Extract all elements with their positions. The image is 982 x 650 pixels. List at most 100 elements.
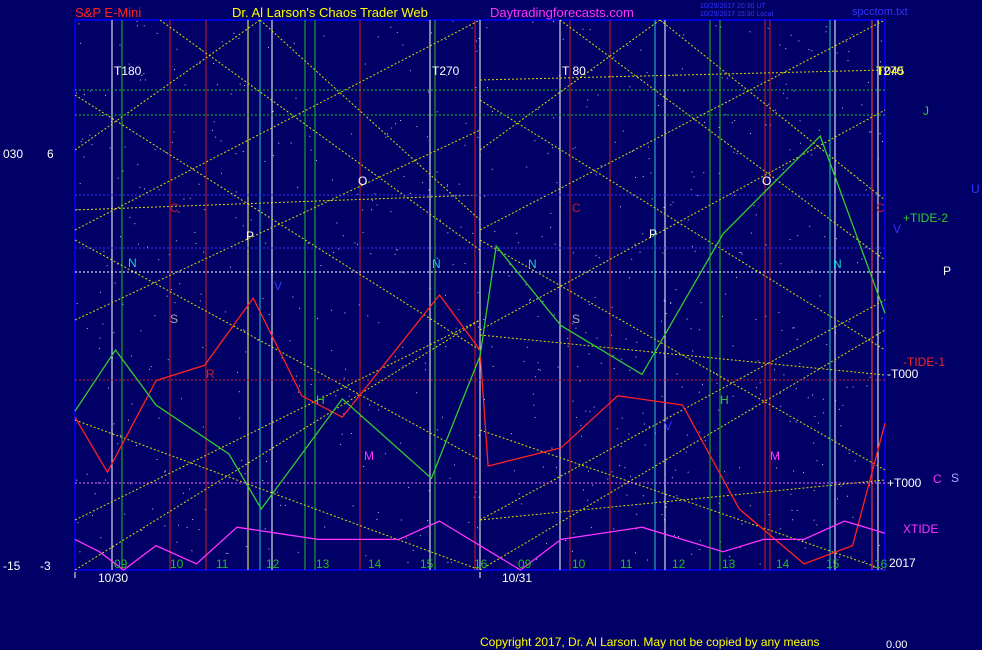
hour-tick-label: 14 (776, 557, 790, 571)
star (847, 495, 849, 497)
star (484, 195, 486, 197)
star (529, 298, 531, 300)
diagonal-line (479, 429, 886, 571)
star (715, 25, 717, 27)
star (295, 97, 297, 99)
diagonal-line (479, 99, 886, 351)
star (472, 232, 474, 234)
star (156, 32, 158, 34)
star (106, 265, 108, 267)
star (475, 491, 477, 493)
star (407, 561, 409, 563)
star (99, 337, 101, 339)
star (86, 473, 88, 475)
star (741, 523, 743, 525)
star (814, 415, 816, 417)
star (587, 499, 589, 501)
star (128, 419, 130, 421)
star (751, 409, 753, 411)
star (195, 242, 197, 244)
star (137, 243, 139, 245)
star (808, 49, 810, 51)
star (550, 212, 552, 214)
star (184, 84, 186, 86)
star (370, 253, 372, 255)
star (840, 485, 842, 487)
hour-tick-label: 10 (572, 557, 586, 571)
star (539, 369, 541, 371)
star (534, 376, 536, 378)
star (845, 41, 847, 43)
star (297, 391, 299, 393)
star (424, 362, 426, 364)
star (789, 420, 791, 422)
star (174, 302, 176, 304)
star (701, 383, 703, 385)
star (583, 489, 585, 491)
diagonal-line (479, 329, 886, 571)
star (532, 21, 534, 23)
star (803, 472, 805, 474)
star (510, 433, 512, 435)
star (881, 141, 883, 143)
star (164, 471, 166, 473)
star (242, 150, 244, 152)
star (851, 33, 853, 35)
star (158, 189, 160, 191)
star (464, 262, 466, 264)
star (284, 504, 286, 506)
star (880, 252, 882, 254)
star (866, 385, 868, 387)
star (140, 79, 142, 81)
star (631, 258, 633, 260)
star (881, 317, 883, 319)
star (587, 470, 589, 472)
star (571, 550, 573, 552)
star (354, 242, 356, 244)
star (199, 300, 201, 302)
star (192, 518, 194, 520)
star (642, 233, 644, 235)
star (371, 209, 373, 211)
star (449, 477, 451, 479)
star (697, 195, 699, 197)
planet-letter: C (170, 201, 179, 215)
star (691, 171, 693, 173)
star (582, 28, 584, 30)
hour-tick-label: 11 (620, 557, 633, 571)
star (741, 253, 743, 255)
hour-tick-label: 16 (874, 557, 888, 571)
star (134, 223, 136, 225)
star (779, 393, 781, 395)
hour-tick-label: 11 (216, 557, 229, 571)
star (670, 204, 672, 206)
star (848, 321, 850, 323)
star (865, 246, 867, 248)
star (83, 156, 85, 158)
star (721, 77, 723, 79)
star (525, 284, 527, 286)
star (345, 368, 347, 370)
star (670, 303, 672, 305)
star (202, 426, 204, 428)
right-letter: S (951, 471, 959, 485)
star (825, 31, 827, 33)
star (376, 518, 378, 520)
star (348, 395, 350, 397)
star (804, 547, 806, 549)
star (529, 299, 531, 301)
right-letter: U (971, 182, 980, 196)
star (818, 129, 820, 131)
star (782, 168, 784, 170)
star (141, 529, 143, 531)
star (129, 217, 131, 219)
hour-tick-label: 12 (266, 557, 280, 571)
star (826, 26, 828, 28)
star (650, 172, 652, 174)
diagonal-line (479, 69, 886, 81)
star (324, 526, 326, 528)
star (836, 498, 838, 500)
star (458, 183, 460, 185)
star (813, 442, 815, 444)
star (687, 471, 689, 473)
